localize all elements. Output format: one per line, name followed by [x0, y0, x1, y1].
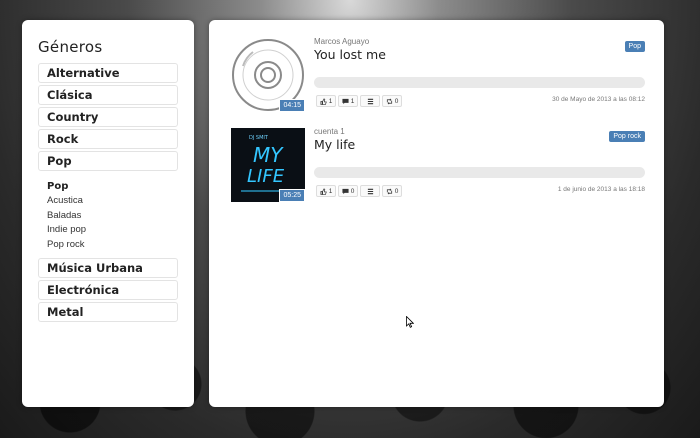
- like-count: 1: [328, 97, 333, 105]
- comment-icon: [342, 188, 349, 194]
- track-duration: 05:25: [279, 189, 305, 202]
- subgenre-baladas[interactable]: Baladas: [47, 209, 178, 224]
- repost-button[interactable]: 0: [382, 95, 402, 107]
- thumbs-up-icon: [320, 97, 327, 105]
- genre-item-alternative[interactable]: Alternative: [38, 63, 178, 83]
- track-info: cuenta 1 My life Pop rock 1 0 0 1 de jun…: [314, 128, 645, 204]
- track-progress-bar[interactable]: [314, 167, 645, 178]
- track-author[interactable]: cuenta 1: [314, 128, 645, 136]
- genre-item-pop[interactable]: Pop: [38, 151, 178, 171]
- track-actions: 1 1 0: [316, 95, 402, 107]
- subgenre-acustica[interactable]: Acustica: [47, 194, 178, 209]
- track-progress-bar[interactable]: [314, 77, 645, 88]
- sidebar-heading: Géneros: [38, 38, 103, 56]
- retweet-icon: [386, 188, 392, 194]
- repost-button[interactable]: 0: [382, 185, 402, 197]
- genre-item-electronica[interactable]: Electrónica: [38, 280, 178, 300]
- submenu-heading: Pop: [47, 181, 69, 192]
- list-icon: [367, 98, 373, 104]
- genre-item-musica-urbana[interactable]: Música Urbana: [38, 258, 178, 278]
- track-date: 30 de Mayo de 2013 a las 08:12: [552, 96, 645, 103]
- album-art-title-line-1: MY: [253, 143, 284, 167]
- track-info: Marcos Aguayo You lost me Pop 1 1 0 30 d…: [314, 38, 645, 114]
- repost-count: 0: [394, 187, 399, 195]
- playlist-button[interactable]: [360, 185, 380, 197]
- retweet-icon: [386, 98, 392, 104]
- like-button[interactable]: 1: [316, 185, 336, 197]
- track-cover[interactable]: DJ SMIT MY LIFE 05:25: [231, 128, 305, 202]
- track-date: 1 de junio de 2013 a las 18:18: [557, 186, 645, 193]
- album-art-title-line-2: LIFE: [247, 166, 285, 187]
- playlist-button[interactable]: [360, 95, 380, 107]
- track-item: DJ SMIT MY LIFE 05:25 cuenta 1 My life P…: [231, 128, 645, 204]
- list-icon: [367, 188, 373, 194]
- album-art-caption: DJ SMIT: [249, 135, 269, 141]
- track-title[interactable]: My life: [314, 137, 645, 152]
- genre-badge[interactable]: Pop rock: [609, 131, 645, 142]
- subgenre-indie-pop[interactable]: Indie pop: [47, 223, 178, 238]
- mouse-cursor-icon: [406, 316, 414, 328]
- track-feed: 04:15 Marcos Aguayo You lost me Pop 1 1: [209, 20, 664, 407]
- track-actions: 1 0 0: [316, 185, 402, 197]
- track-author[interactable]: Marcos Aguayo: [314, 38, 645, 46]
- genre-item-clasica[interactable]: Clásica: [38, 85, 178, 105]
- pop-submenu: Pop Acustica Baladas Indie pop Pop rock: [38, 173, 178, 258]
- track-cover[interactable]: 04:15: [231, 38, 305, 112]
- comment-button[interactable]: 1: [338, 95, 358, 107]
- comment-count: 1: [350, 97, 355, 105]
- comment-count: 0: [350, 187, 355, 195]
- genre-badge[interactable]: Pop: [624, 41, 645, 52]
- genres-sidebar: Géneros Alternative Clásica Country Rock…: [22, 20, 194, 407]
- track-title[interactable]: You lost me: [314, 47, 645, 62]
- thumbs-up-icon: [320, 187, 327, 195]
- genre-item-country[interactable]: Country: [38, 107, 178, 127]
- comment-button[interactable]: 0: [338, 185, 358, 197]
- repost-count: 0: [394, 97, 399, 105]
- subgenre-pop-rock[interactable]: Pop rock: [47, 238, 178, 253]
- comment-icon: [342, 98, 349, 104]
- genre-item-metal[interactable]: Metal: [38, 302, 178, 322]
- like-button[interactable]: 1: [316, 95, 336, 107]
- like-count: 1: [328, 187, 333, 195]
- track-item: 04:15 Marcos Aguayo You lost me Pop 1 1: [231, 38, 645, 114]
- genre-item-rock[interactable]: Rock: [38, 129, 178, 149]
- track-duration: 04:15: [279, 99, 305, 112]
